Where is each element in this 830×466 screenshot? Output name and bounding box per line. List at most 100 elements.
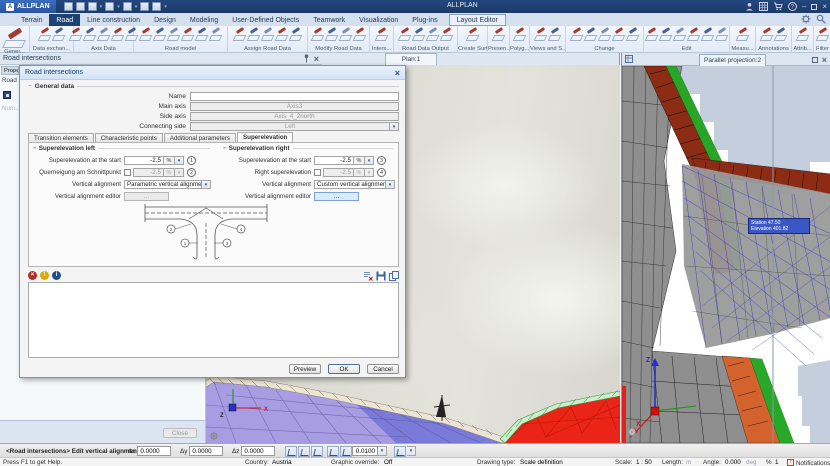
- ribbon-tab-visualization[interactable]: Visualization: [352, 14, 405, 26]
- ribbon-tool-icon[interactable]: [612, 27, 625, 41]
- ribbon-tool-icon[interactable]: [275, 27, 288, 41]
- vertical-alignment-right-select[interactable]: Custom vertical alignment ▾: [314, 180, 395, 189]
- ribbon-tool-icon[interactable]: [139, 27, 152, 41]
- ribbon-tool-icon[interactable]: [181, 27, 194, 41]
- info-filter-icon[interactable]: i: [52, 271, 61, 280]
- ribbon-tool-icon[interactable]: [673, 27, 686, 41]
- ribbon-tool-icon[interactable]: [466, 27, 479, 41]
- close-button[interactable]: ×: [822, 0, 827, 13]
- collapse-icon[interactable]: −: [223, 145, 227, 152]
- ribbon-tool-icon[interactable]: [736, 27, 749, 41]
- dropdown-icon[interactable]: ▾: [175, 168, 184, 177]
- dy-input[interactable]: [189, 446, 223, 456]
- ribbon-tab-terrain[interactable]: Terrain: [14, 14, 49, 26]
- ribbon-tool-icon[interactable]: [261, 27, 274, 41]
- ok-button[interactable]: OK: [328, 364, 360, 374]
- save-list-icon[interactable]: [376, 271, 386, 281]
- copy-list-icon[interactable]: [389, 271, 399, 281]
- user-account-icon[interactable]: [745, 2, 754, 11]
- cancel-button[interactable]: Cancel: [367, 364, 399, 374]
- clear-list-icon[interactable]: [363, 271, 373, 281]
- ribbon-tool-icon[interactable]: [492, 27, 505, 41]
- ribbon-tool-icon[interactable]: [311, 27, 324, 41]
- ribbon-tool-icon[interactable]: [3, 27, 27, 49]
- dropdown-icon[interactable]: ▾: [386, 180, 395, 189]
- ribbon-tab-layout-editor[interactable]: Layout Editor: [449, 14, 506, 26]
- ribbon-tool-icon[interactable]: [598, 27, 611, 41]
- coord-xy-icon[interactable]: [285, 446, 297, 457]
- collapse-icon[interactable]: −: [33, 145, 37, 152]
- ribbon-tool-icon[interactable]: [52, 27, 65, 41]
- ribbon-tool-icon[interactable]: [412, 27, 425, 41]
- ribbon-tool-icon[interactable]: [715, 27, 728, 41]
- palette-tab-properties[interactable]: Prope: [1, 66, 19, 75]
- warnings-filter-icon[interactable]: !: [40, 271, 49, 280]
- point-snap-icon[interactable]: [327, 446, 339, 457]
- dropdown-icon[interactable]: ▾: [365, 156, 374, 165]
- maximize-button[interactable]: [812, 57, 818, 63]
- ribbon-tool-icon[interactable]: [548, 27, 561, 41]
- parallel-projection-window[interactable]: Parallel projection:2 ×: [621, 53, 830, 443]
- ribbon-tab-line-construction[interactable]: Line construction: [80, 14, 147, 26]
- ribbon-tool-icon[interactable]: [111, 27, 124, 41]
- grid-spacing-icon[interactable]: [394, 446, 406, 457]
- palette-close-button[interactable]: Close: [163, 428, 197, 438]
- side-axis-input[interactable]: [190, 112, 399, 121]
- tools-icon[interactable]: [152, 2, 161, 11]
- ribbon-tool-icon[interactable]: [209, 27, 222, 41]
- settings-gear-icon[interactable]: [801, 14, 811, 24]
- projection-drawing-area[interactable]: Z X Station 47.50 Elevation 401.82: [622, 66, 830, 443]
- right-superelevation-input[interactable]: [323, 168, 354, 177]
- ribbon-tab-user-defined-objects[interactable]: User-Defined Objects: [225, 14, 306, 26]
- connect-grid-icon[interactable]: [759, 2, 768, 11]
- dropdown-icon[interactable]: ▾: [164, 4, 167, 10]
- ribbon-tool-icon[interactable]: [325, 27, 338, 41]
- palette-item-road[interactable]: Road: [2, 77, 18, 84]
- ribbon-tool-icon[interactable]: [153, 27, 166, 41]
- ribbon-tool-icon[interactable]: [289, 27, 302, 41]
- dropdown-icon[interactable]: ▾: [407, 446, 416, 456]
- ribbon-tool-icon[interactable]: [626, 27, 639, 41]
- ribbon-tool-icon[interactable]: [83, 27, 96, 41]
- ribbon-tool-icon[interactable]: [774, 27, 787, 41]
- open-project-icon[interactable]: [64, 2, 73, 11]
- ribbon-tool-icon[interactable]: [701, 27, 714, 41]
- window-icon[interactable]: [88, 2, 97, 11]
- ribbon-tool-icon[interactable]: [195, 27, 208, 41]
- window-close-icon[interactable]: ×: [822, 54, 827, 66]
- superelevation-start-left-input[interactable]: [124, 156, 164, 165]
- querneigung-input[interactable]: [133, 168, 164, 177]
- ribbon-tool-icon[interactable]: [816, 27, 829, 41]
- ribbon-tool-icon[interactable]: [570, 27, 583, 41]
- ribbon-tool-icon[interactable]: [353, 27, 366, 41]
- dropdown-icon[interactable]: ▾: [390, 122, 399, 131]
- ribbon-tool-icon[interactable]: [167, 27, 180, 41]
- offset-icon[interactable]: [340, 446, 352, 457]
- superelevation-start-right-input[interactable]: [314, 156, 354, 165]
- drawing-type-value[interactable]: Scale definition: [520, 459, 563, 466]
- ribbon-tab-road[interactable]: Road: [49, 14, 80, 26]
- copy-icon[interactable]: [140, 2, 149, 11]
- preview-button[interactable]: Preview: [289, 364, 321, 374]
- ribbon-tool-icon[interactable]: [513, 27, 526, 41]
- dropdown-icon[interactable]: ▾: [117, 4, 120, 10]
- dropdown-icon[interactable]: ▾: [100, 4, 103, 10]
- ribbon-tool-icon[interactable]: [659, 27, 672, 41]
- list-item-icon[interactable]: [3, 91, 11, 99]
- ribbon-tool-icon[interactable]: [398, 27, 411, 41]
- plan-window-tab[interactable]: Plan:1: [385, 53, 437, 65]
- dropdown-icon[interactable]: ▾: [378, 446, 387, 456]
- vertical-alignment-left-select[interactable]: Parametric vertical alignment ▾: [124, 180, 211, 189]
- ribbon-tab-teamwork[interactable]: Teamwork: [306, 14, 352, 26]
- querneigung-checkbox[interactable]: [124, 169, 131, 176]
- dropdown-icon[interactable]: ▾: [202, 180, 211, 189]
- restore-button[interactable]: [811, 4, 817, 10]
- dropdown-icon[interactable]: ▾: [135, 4, 138, 10]
- notifications-item[interactable]: !Notifications: [787, 459, 796, 466]
- ribbon-tab-design[interactable]: Design: [147, 14, 183, 26]
- palette-close-icon[interactable]: ×: [314, 53, 319, 65]
- ribbon-tool-icon[interactable]: [796, 27, 809, 41]
- ribbon-tool-icon[interactable]: [125, 27, 138, 41]
- ribbon-tool-icon[interactable]: [687, 27, 700, 41]
- minimize-button[interactable]: –: [802, 0, 806, 13]
